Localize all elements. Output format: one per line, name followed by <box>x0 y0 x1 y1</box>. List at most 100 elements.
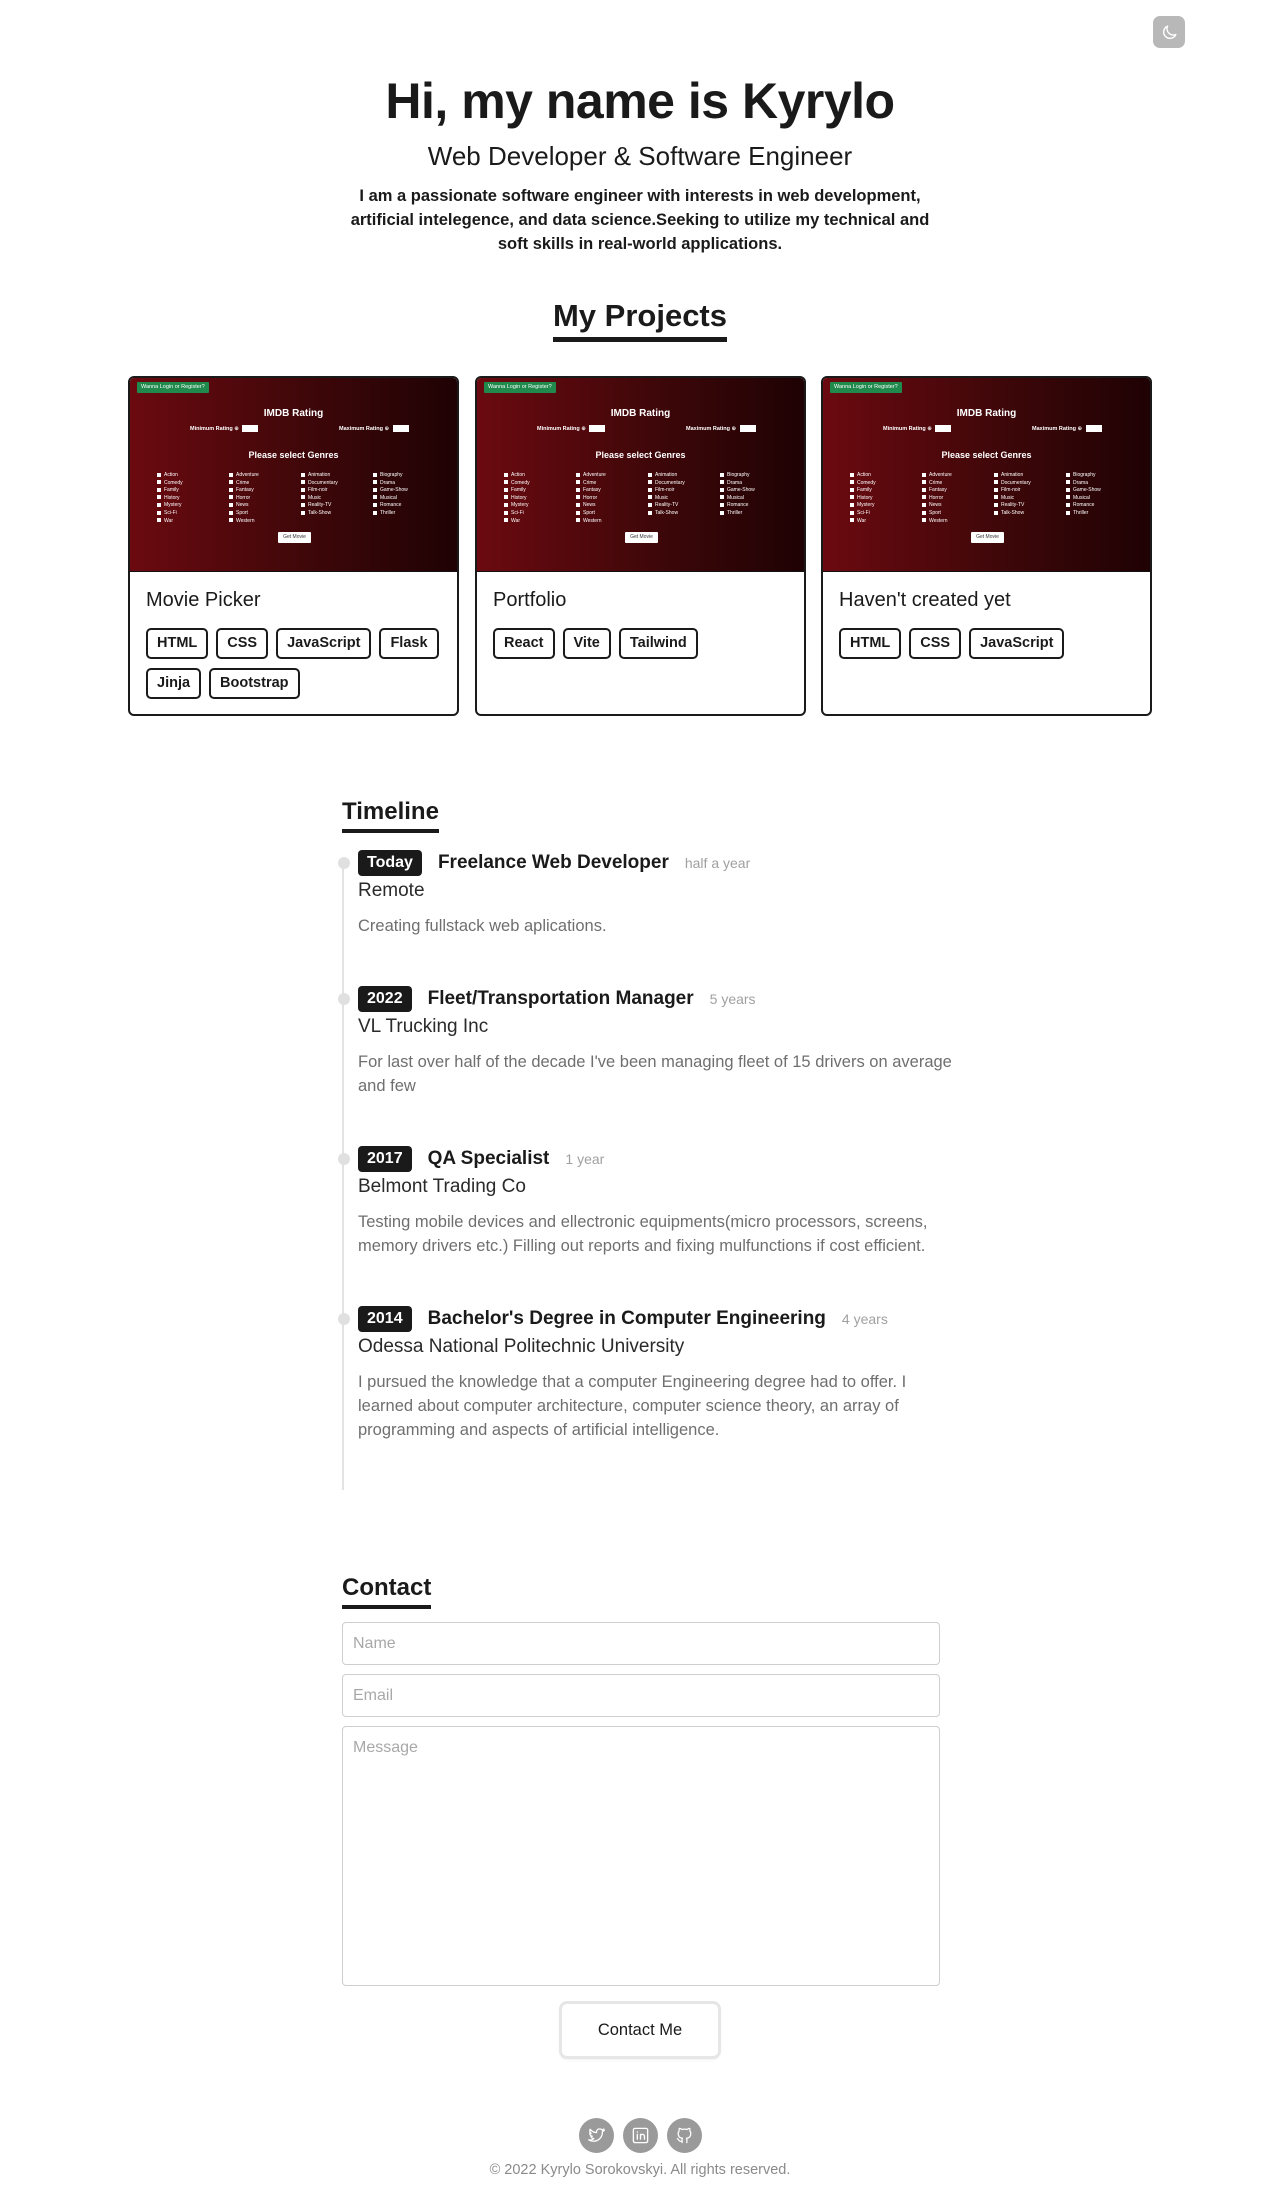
screenshot-min-rating: Minimum Rating ⊕ <box>190 425 259 432</box>
twitter-icon <box>587 2128 605 2142</box>
screenshot-min-rating: Minimum Rating ⊕ <box>537 425 606 432</box>
project-screenshot: Wanna Login or Register? IMDB Rating Minim… <box>477 378 804 572</box>
screenshot-genre-checkbox: Action <box>850 472 922 479</box>
screenshot-login-badge: Wanna Login or Register? <box>830 382 902 393</box>
project-name: Portfolio <box>493 589 567 611</box>
timeline-date-badge: 2014 <box>358 1306 412 1332</box>
project-tags: HTML CSS JavaScript Flask Jinja Bootstra… <box>146 628 446 699</box>
screenshot-genre-checkbox: Adventure <box>922 472 994 479</box>
timeline-date-badge: Today <box>358 850 422 876</box>
screenshot-genre-checkbox: Adventure <box>576 472 648 479</box>
timeline-role: Fleet/Transportation Manager <box>427 988 694 1009</box>
screenshot-get-movie-button: Get Movie <box>971 532 1004 543</box>
timeline-item: 2014 Bachelor's Degree in Computer Engin… <box>338 1305 958 1442</box>
screenshot-genre-checkbox: Sport <box>922 510 994 517</box>
projects-heading: My Projects <box>0 298 1280 342</box>
contact-me-button[interactable]: Contact Me <box>562 2004 718 2056</box>
hero-intro: I am a passionate software engineer with… <box>350 187 930 253</box>
project-card[interactable]: Wanna Login or Register? IMDB Rating Minim… <box>821 376 1152 716</box>
project-tags: React Vite Tailwind <box>493 628 793 659</box>
screenshot-genre-checkbox: Game-Show <box>373 487 445 494</box>
project-card[interactable]: Wanna Login or Register? IMDB Rating Minim… <box>128 376 459 716</box>
linkedin-link[interactable] <box>622 2118 658 2153</box>
screenshot-genre-checkbox: Thriller <box>1066 510 1138 517</box>
tech-tag: CSS <box>216 628 269 659</box>
timeline-organization: VL Trucking Inc <box>358 1016 489 1037</box>
screenshot-genre-checkbox: Fantasy <box>922 487 994 494</box>
screenshot-rating-box <box>589 425 606 432</box>
theme-toggle-button[interactable] <box>1153 16 1185 48</box>
timeline-role: Bachelor's Degree in Computer Engineerin… <box>427 1308 826 1329</box>
project-card[interactable]: Wanna Login or Register? IMDB Rating Minim… <box>475 376 806 716</box>
timeline-date-badge: 2017 <box>358 1146 412 1172</box>
screenshot-genre-checkbox: Comedy <box>157 480 229 487</box>
screenshot-genre-checkbox: Sci-Fi <box>157 510 229 517</box>
timeline-duration: half a year <box>684 855 751 871</box>
timeline-duration: 4 years <box>841 1311 888 1327</box>
screenshot-genre-checkbox: Family <box>850 487 922 494</box>
screenshot-min-rating: Minimum Rating ⊕ <box>883 425 952 432</box>
screenshot-genre-checkbox: Animation <box>301 472 373 479</box>
screenshot-genre-checkbox: Thriller <box>373 510 445 517</box>
screenshot-genre-checkbox: Crime <box>229 480 301 487</box>
screenshot-genre-checkbox: Romance <box>1066 502 1138 509</box>
screenshot-genre-checkbox: Game-Show <box>720 487 792 494</box>
copyright-text: © 2022 Kyrylo Sorokovskyi. All rights re… <box>489 2162 791 2178</box>
screenshot-max-rating: Maximum Rating ⊕ <box>1032 425 1102 432</box>
screenshot-genre-checkbox: Thriller <box>720 510 792 517</box>
screenshot-genre-checkbox: Animation <box>994 472 1066 479</box>
linkedin-icon <box>632 2127 648 2144</box>
twitter-link[interactable] <box>578 2118 614 2153</box>
screenshot-genre-checkbox: Action <box>157 472 229 479</box>
hero-subtitle: Web Developer & Software Engineer <box>427 141 853 171</box>
screenshot-genre-checkbox: Reality-TV <box>648 502 720 509</box>
screenshot-genre-checkbox: Western <box>576 518 648 525</box>
screenshot-genre-checkbox: History <box>504 495 576 502</box>
project-name: Haven't created yet <box>839 589 1011 611</box>
screenshot-genre-checkbox: Mystery <box>504 502 576 509</box>
screenshot-genre-checkbox: News <box>922 502 994 509</box>
screenshot-rating-box <box>1085 425 1102 432</box>
screenshot-login-badge: Wanna Login or Register? <box>484 382 556 393</box>
tech-tag: Vite <box>562 628 611 659</box>
timeline-role: QA Specialist <box>427 1148 550 1169</box>
timeline-heading: Timeline <box>342 798 439 833</box>
screenshot-genre-checkbox: Sci-Fi <box>504 510 576 517</box>
screenshot-genre-checkbox: Reality-TV <box>994 502 1066 509</box>
screenshot-genre-checkbox: Sci-Fi <box>850 510 922 517</box>
message-textarea[interactable] <box>342 1726 940 1986</box>
timeline-dot <box>338 993 350 1005</box>
screenshot-genre-checkbox: Musical <box>1066 495 1138 502</box>
screenshot-genres-title: Please select Genres <box>941 450 1032 460</box>
screenshot-genre-checkbox: Animation <box>648 472 720 479</box>
screenshot-genre-checkbox: Romance <box>373 502 445 509</box>
screenshot-genre-checkbox: Film-noir <box>301 487 373 494</box>
screenshot-genre-checkbox: Music <box>994 495 1066 502</box>
screenshot-genre-checkbox: Drama <box>373 480 445 487</box>
screenshot-genres-title: Please select Genres <box>595 450 686 460</box>
screenshot-genre-checkbox: History <box>850 495 922 502</box>
screenshot-genre-checkbox: Musical <box>720 495 792 502</box>
name-input[interactable] <box>342 1622 940 1665</box>
screenshot-genre-checkbox: Drama <box>720 480 792 487</box>
timeline-duration: 5 years <box>709 991 756 1007</box>
tech-tag: HTML <box>146 628 209 659</box>
screenshot-genre-checkbox: Biography <box>1066 472 1138 479</box>
timeline-item: 2022 Fleet/Transportation Manager 5 year… <box>338 985 958 1098</box>
social-links <box>0 2118 1280 2153</box>
screenshot-rating-box <box>242 425 259 432</box>
screenshot-genre-checkbox: Horror <box>576 495 648 502</box>
screenshot-genre-checkbox: Music <box>648 495 720 502</box>
screenshot-genre-checkbox: News <box>229 502 301 509</box>
screenshot-genre-checkbox: Fantasy <box>576 487 648 494</box>
github-link[interactable] <box>666 2118 702 2153</box>
project-screenshot: Wanna Login or Register? IMDB Rating Minim… <box>130 378 457 572</box>
tech-tag: Bootstrap <box>209 668 300 699</box>
screenshot-genres-title: Please select Genres <box>248 450 339 460</box>
timeline-duration: 1 year <box>565 1151 605 1167</box>
tech-tag: Jinja <box>146 668 202 699</box>
screenshot-genre-checkbox: Reality-TV <box>301 502 373 509</box>
timeline-organization: Belmont Trading Co <box>358 1176 526 1197</box>
email-input[interactable] <box>342 1674 940 1717</box>
timeline-description: Testing mobile devices and ellectronic e… <box>358 1213 928 1255</box>
